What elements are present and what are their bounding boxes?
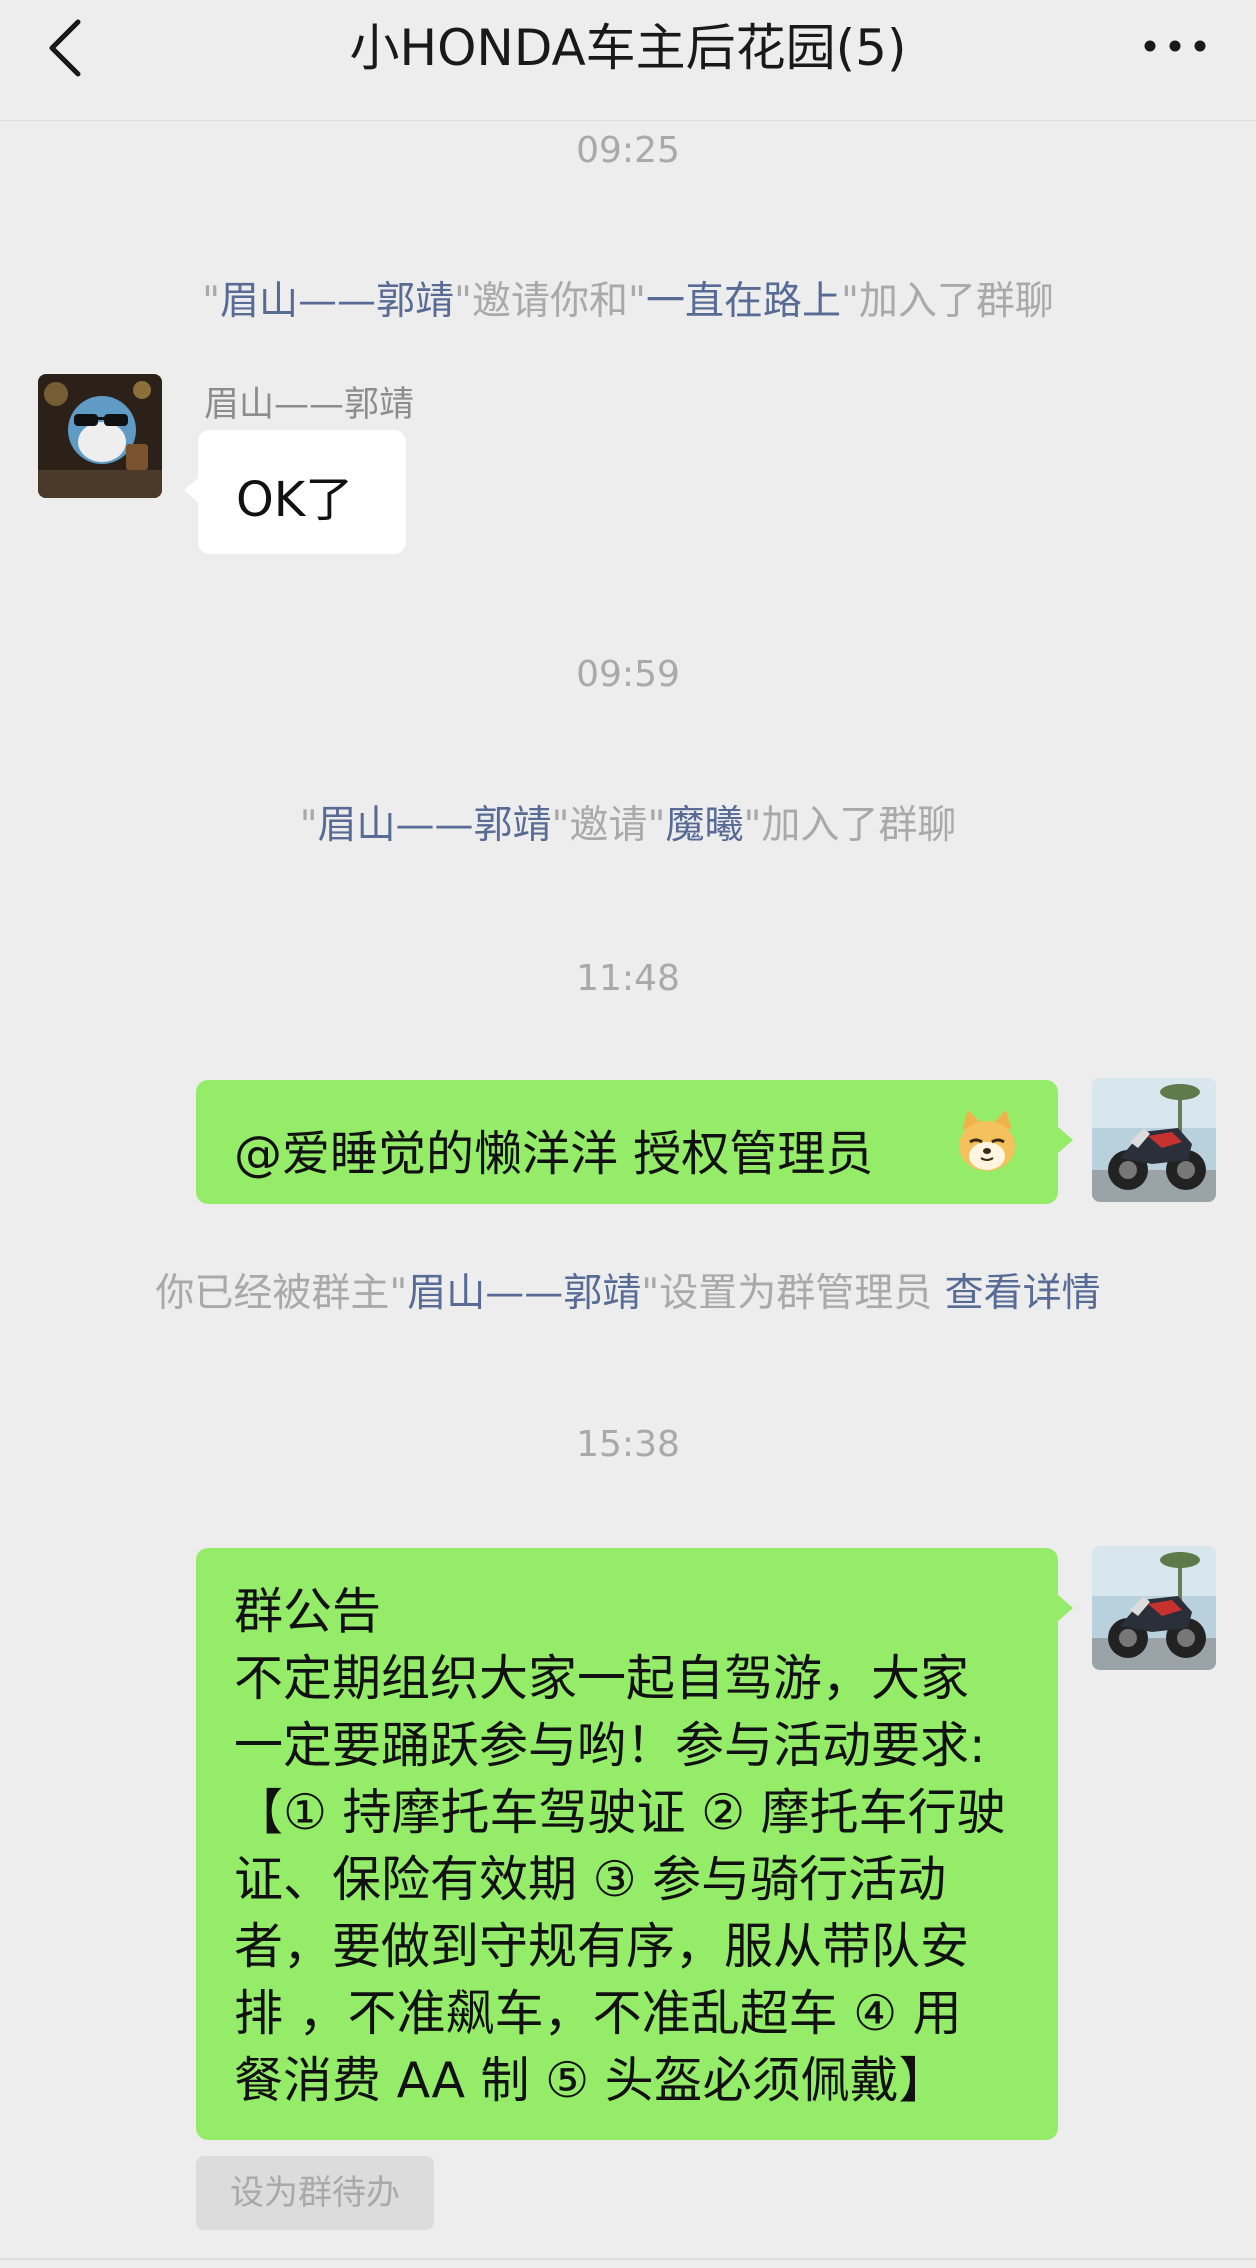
back-button[interactable] bbox=[40, 16, 100, 80]
quote: " bbox=[202, 279, 221, 324]
avatar-image bbox=[38, 374, 162, 498]
announcement-line: 不定期组织大家一起自驾游，大家 bbox=[234, 1650, 970, 1707]
message-text: @爱睡觉的懒洋洋 授权管理员 bbox=[234, 1126, 874, 1182]
chevron-left-icon bbox=[49, 19, 81, 77]
system-message-invite: "眉山——郭靖"邀请你和"一直在路上"加入了群聊 bbox=[0, 270, 1256, 326]
doge-emoji-icon bbox=[959, 1110, 1015, 1171]
chat-header: 小HONDA车主后花园(5) bbox=[0, 0, 1256, 121]
my-avatar[interactable] bbox=[1092, 1078, 1216, 1202]
timestamp: 09:59 bbox=[576, 654, 680, 695]
system-text: "加入了群聊 bbox=[743, 803, 957, 848]
message-text: OK了 bbox=[236, 472, 354, 528]
announcement-line: 证、保险有效期 ③ 参与骑行活动 bbox=[234, 1851, 947, 1908]
system-text: 你已经被群主" bbox=[155, 1271, 408, 1316]
user-link[interactable]: 魔曦 bbox=[665, 803, 743, 848]
system-message-invite: "眉山——郭靖"邀请"魔曦"加入了群聊 bbox=[0, 794, 1256, 850]
received-message-bubble[interactable]: OK了 bbox=[184, 430, 406, 554]
user-link[interactable]: 一直在路上 bbox=[646, 279, 841, 324]
announcement-line: 排 ，不准飙车，不准乱超车 ④ 用 bbox=[234, 1985, 962, 2042]
user-link[interactable]: 眉山——郭靖 bbox=[407, 1271, 641, 1316]
sent-message-bubble[interactable]: @爱睡觉的懒洋洋 授权管理员 bbox=[196, 1080, 1073, 1204]
more-dots-icon bbox=[1144, 40, 1206, 52]
avatar-image bbox=[1092, 1078, 1216, 1202]
announcement-title: 群公告 bbox=[234, 1583, 382, 1640]
announcement-bubble[interactable]: 群公告 不定期组织大家一起自驾游，大家 一定要踊跃参与哟！参与活动要求: 【① … bbox=[196, 1548, 1073, 2140]
announcement-line: 者，要做到守规有序，服从带队安 bbox=[234, 1918, 970, 1975]
sender-avatar[interactable] bbox=[38, 374, 162, 498]
timestamp: 15:38 bbox=[576, 1424, 680, 1465]
quote: " bbox=[299, 803, 318, 848]
more-button[interactable] bbox=[1140, 26, 1210, 66]
system-text: "加入了群聊 bbox=[840, 279, 1054, 324]
my-avatar[interactable] bbox=[1092, 1546, 1216, 1670]
user-link[interactable]: 眉山——郭靖 bbox=[220, 279, 454, 324]
announcement-line: 一定要踊跃参与哟！参与活动要求: bbox=[234, 1717, 986, 1774]
set-group-todo-button[interactable]: 设为群待办 bbox=[196, 2156, 434, 2230]
timestamp: 09:25 bbox=[576, 130, 680, 171]
system-message-admin: 你已经被群主"眉山——郭靖"设置为群管理员 查看详情 bbox=[0, 1262, 1256, 1318]
announcement-line: 【① 持摩托车驾驶证 ② 摩托车行驶 bbox=[234, 1784, 1006, 1841]
announcement-text: 群公告 不定期组织大家一起自驾游，大家 一定要踊跃参与哟！参与活动要求: 【① … bbox=[234, 1578, 1034, 2114]
system-text: "邀请" bbox=[551, 803, 666, 848]
announcement-line: 餐消费 AA 制 ⑤ 头盔必须佩戴】 bbox=[234, 2052, 948, 2109]
system-text: "设置为群管理员 bbox=[641, 1271, 945, 1316]
timestamp: 11:48 bbox=[576, 958, 680, 999]
chat-title: 小HONDA车主后花园(5) bbox=[349, 19, 907, 77]
view-details-link[interactable]: 查看详情 bbox=[945, 1271, 1101, 1316]
avatar-image bbox=[1092, 1546, 1216, 1670]
user-link[interactable]: 眉山——郭靖 bbox=[318, 803, 552, 848]
divider bbox=[0, 2258, 1256, 2260]
system-text: "邀请你和" bbox=[454, 279, 646, 324]
sender-name: 眉山——郭靖 bbox=[204, 385, 415, 425]
